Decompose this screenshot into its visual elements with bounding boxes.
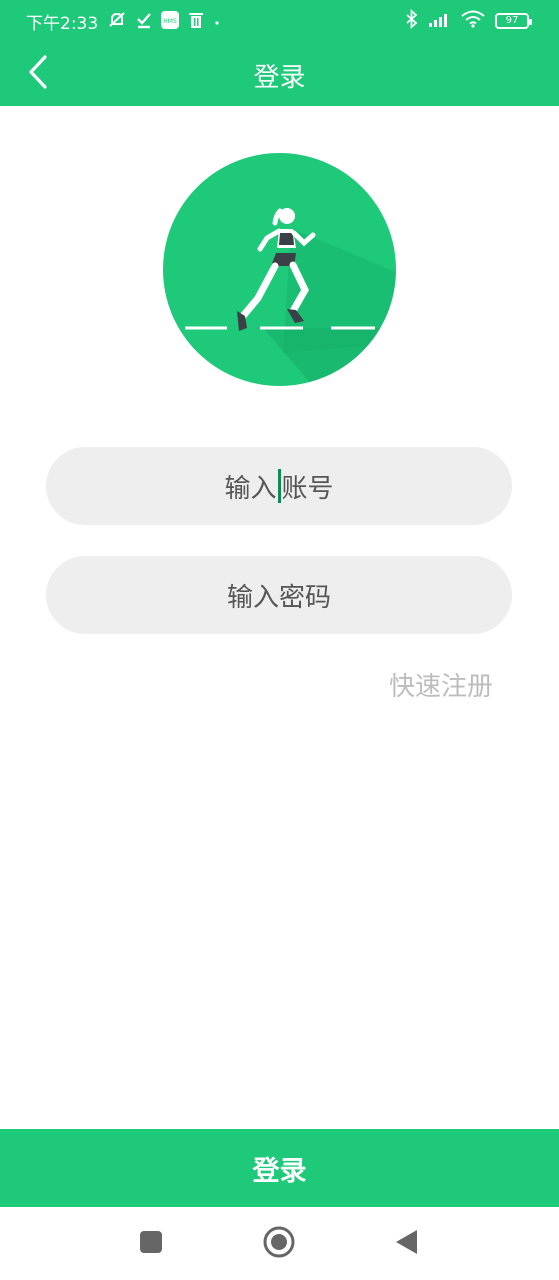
password-input[interactable]: 输入密码 xyxy=(46,556,512,634)
account-input[interactable]: 输入 账号 xyxy=(46,447,512,525)
account-placeholder-left: 输入 xyxy=(224,473,277,504)
app-bar: 登录 xyxy=(0,42,559,106)
trash-icon xyxy=(188,11,204,33)
status-left: 下午2:33 HMS xyxy=(26,9,221,34)
battery-level: 97 xyxy=(505,15,519,26)
back-triangle-icon xyxy=(393,1228,419,1260)
quick-register-link[interactable]: 快速注册 xyxy=(389,666,493,703)
bluetooth-icon xyxy=(405,8,419,33)
recent-apps-icon xyxy=(139,1230,163,1258)
login-screen: 下午2:33 HMS 97 登录 输入 账号 输入密码 快速注册 登录 xyxy=(0,0,559,1280)
nav-back-button[interactable] xyxy=(388,1226,424,1262)
status-time: 下午2:33 xyxy=(26,14,99,34)
wifi-icon xyxy=(461,10,485,32)
login-button[interactable]: 登录 xyxy=(0,1129,559,1207)
recent-apps-button[interactable] xyxy=(133,1226,169,1262)
text-caret xyxy=(277,469,281,503)
page-title: 登录 xyxy=(253,63,306,93)
account-placeholder-right: 账号 xyxy=(281,473,334,504)
status-bar: 下午2:33 HMS 97 xyxy=(0,0,559,42)
check-icon xyxy=(136,11,152,33)
password-placeholder: 输入密码 xyxy=(226,582,331,613)
runner-icon xyxy=(163,208,396,386)
dot-icon xyxy=(213,12,221,31)
mute-bell-icon xyxy=(107,10,127,34)
svg-text:HMS: HMS xyxy=(163,18,177,25)
battery-icon: 97 xyxy=(495,13,532,29)
system-nav-bar xyxy=(0,1207,559,1280)
hms-icon: HMS xyxy=(161,10,180,33)
status-right: 97 xyxy=(405,8,532,33)
app-logo xyxy=(163,153,396,386)
home-icon xyxy=(262,1225,296,1263)
signal-icon xyxy=(429,11,451,31)
home-button[interactable] xyxy=(261,1226,297,1262)
